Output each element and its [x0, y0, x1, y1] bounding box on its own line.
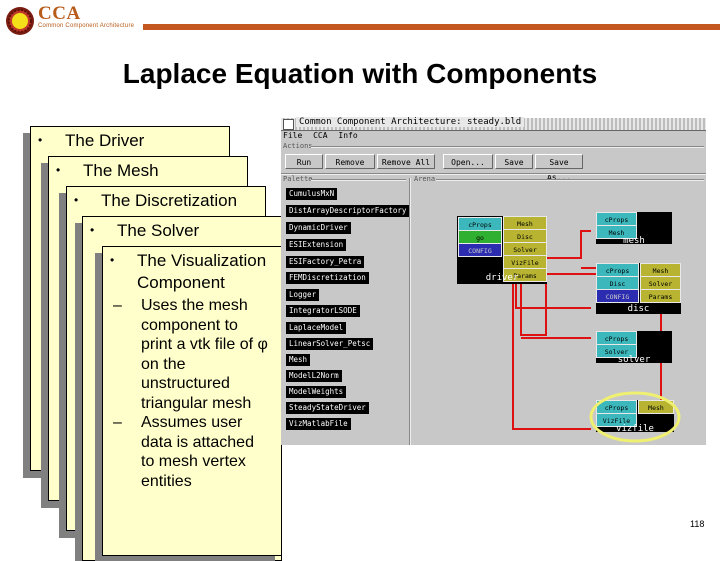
- card-label: The Mesh: [83, 161, 159, 180]
- sub-line: component to: [141, 316, 238, 334]
- sub-line: triangular mesh: [141, 394, 252, 412]
- cca-logo-icon: [6, 7, 34, 35]
- dash: –: [113, 414, 122, 431]
- sub-line: entities: [141, 472, 192, 490]
- bullet: •: [90, 223, 95, 237]
- card-label: The Driver: [65, 131, 145, 150]
- card-label: The Discretization: [101, 191, 238, 210]
- sub-line: print a vtk file of φ: [141, 336, 268, 353]
- logo-text: CCA: [38, 3, 81, 24]
- highlight-ellipse: [589, 391, 681, 443]
- bullet: •: [56, 163, 61, 177]
- sub-line: data is attached: [141, 433, 254, 451]
- page-number: 118: [690, 519, 705, 529]
- sub-line: unstructured: [141, 375, 230, 392]
- bullet: •: [110, 253, 115, 267]
- header-rule: [143, 24, 720, 30]
- logo-subtitle: Common Component Architecture: [38, 23, 135, 29]
- card-label-line2: Component: [137, 273, 225, 292]
- sub-line: Uses the mesh: [141, 297, 248, 314]
- card-label: The Solver: [117, 221, 200, 240]
- sub-line: on the: [141, 355, 186, 373]
- card-visualization: • The Visualization Component – Uses the…: [102, 246, 282, 556]
- sub-line: to mesh vertex: [141, 453, 246, 470]
- vizfile-highlight: [589, 391, 681, 443]
- card-label-line1: The Visualization: [137, 251, 267, 270]
- bullet: •: [38, 133, 43, 147]
- sub-bullet-mesh-output: – Uses the mesh component to print a vtk…: [113, 296, 291, 413]
- dash: –: [113, 297, 122, 314]
- sub-line: Assumes user: [141, 414, 243, 431]
- cca-builder-window: Common Component Architecture: steady.bl…: [281, 117, 706, 445]
- slide-title: Laplace Equation with Components: [122, 58, 598, 89]
- bullet: •: [74, 193, 79, 207]
- sub-bullet-user-data: – Assumes user data is attached to mesh …: [113, 413, 291, 491]
